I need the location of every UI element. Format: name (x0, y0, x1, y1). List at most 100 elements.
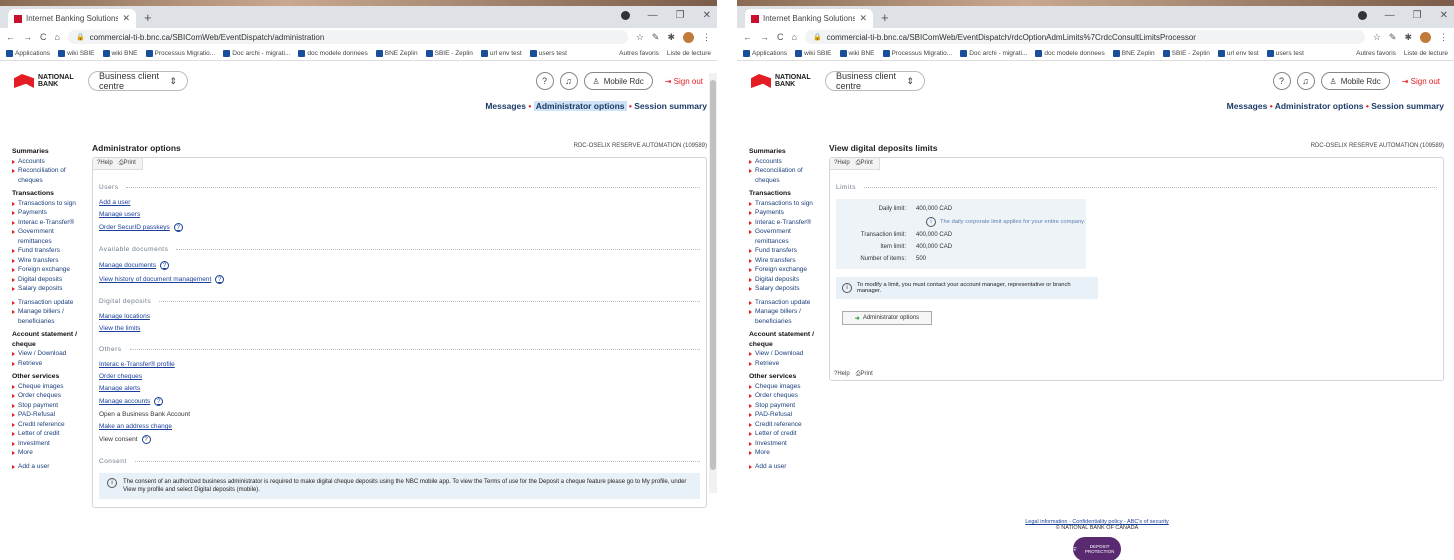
new-tab-icon[interactable]: + (881, 10, 889, 25)
address-change-link[interactable]: Make an address change (99, 423, 700, 430)
bookmark[interactable]: wiki SBIE (58, 49, 95, 57)
bookmark[interactable]: BNE Zeplin (375, 49, 418, 57)
sidebar-item[interactable]: Stop payment (749, 401, 824, 411)
back-icon[interactable]: ← (743, 32, 752, 42)
sidebar-item[interactable]: Letter of credit (749, 429, 824, 439)
crumb-admin[interactable]: Administrator options (1275, 101, 1364, 111)
home-icon[interactable]: ⌂ (792, 32, 797, 42)
forward-icon[interactable]: → (23, 32, 32, 42)
bank-logo[interactable]: NATIONAL BANK (14, 74, 74, 88)
crumb-admin[interactable]: Administrator options (533, 101, 627, 111)
close-tab-icon[interactable]: ✕ (859, 13, 867, 24)
sidebar-item[interactable]: Government remittances (12, 227, 87, 246)
manage-alerts-link[interactable]: Manage alerts (99, 385, 700, 392)
bookmark[interactable]: SBIE - Zeplin (1162, 49, 1210, 57)
new-tab-icon[interactable]: + (144, 10, 152, 25)
sidebar-item[interactable]: Payments (749, 208, 824, 218)
sidebar-item[interactable]: Wire transfers (749, 256, 824, 266)
bookmark[interactable]: users test (529, 49, 567, 57)
sidebar-item[interactable]: Interac e-Transfer® (749, 218, 824, 228)
home-icon[interactable]: ⌂ (55, 32, 60, 42)
bookmark[interactable]: SBIE - Zeplin (425, 49, 473, 57)
sidebar-item[interactable]: Order cheques (749, 391, 824, 401)
print-link[interactable]: ⎙Print (856, 371, 873, 378)
sidebar-item[interactable]: Retrieve (12, 359, 87, 369)
back-icon[interactable]: ← (6, 32, 15, 42)
minimize-icon[interactable]: — (648, 10, 658, 21)
sidebar-item[interactable]: Accounts (12, 157, 87, 167)
sidebar-item[interactable]: Cheque images (12, 382, 87, 392)
close-tab-icon[interactable]: ✕ (122, 13, 130, 24)
mobile-button[interactable]: ♙ Mobile Rdc (1320, 72, 1390, 90)
sidebar-item[interactable]: Transaction update (12, 298, 87, 308)
sidebar-item[interactable]: Letter of credit (12, 429, 87, 439)
bookmark[interactable]: Applications (6, 49, 50, 57)
help-question-icon[interactable]: ? (154, 397, 164, 406)
bookmark[interactable]: Applications (743, 49, 787, 57)
manage-accounts-link[interactable]: Manage accounts? (99, 397, 700, 406)
sidebar-item[interactable]: Add a user (12, 462, 87, 472)
bookmark[interactable]: url env test (1217, 49, 1259, 57)
reload-icon[interactable]: C (40, 32, 47, 42)
document-history-link[interactable]: View history of document management? (99, 275, 700, 284)
administrator-options-button[interactable]: ➜ Administrator options (842, 311, 932, 325)
sidebar-item[interactable]: More (12, 448, 87, 458)
sign-out-link[interactable]: ⇥ Sign out (665, 77, 703, 86)
bookmark-reading-list[interactable]: Liste de lecture (1404, 50, 1448, 57)
profile-avatar[interactable] (683, 31, 694, 43)
sidebar-item[interactable]: Retrieve (749, 359, 824, 369)
pen-icon[interactable]: ✎ (1389, 32, 1397, 43)
sidebar-item[interactable]: Reconciliation of cheques (12, 166, 87, 185)
sidebar-item[interactable]: Wire transfers (12, 256, 87, 266)
record-icon[interactable] (1357, 11, 1367, 20)
view-consent-link[interactable]: View consent? (99, 435, 700, 444)
restore-icon[interactable]: ❐ (1413, 10, 1422, 21)
sidebar-item[interactable]: Manage billers / beneficiaries (749, 307, 824, 326)
manage-documents-link[interactable]: Manage documents? (99, 261, 700, 270)
add-user-link[interactable]: Add a user (99, 199, 700, 206)
sidebar-item[interactable]: More (749, 448, 824, 458)
bookmark[interactable]: users test (1266, 49, 1304, 57)
sidebar-item[interactable]: Digital deposits (749, 275, 824, 285)
bookmark[interactable]: Doc archi - migrati... (960, 49, 1027, 57)
crumb-messages[interactable]: Messages (1227, 101, 1268, 111)
bookmark[interactable]: Processus Migratio... (882, 49, 952, 57)
minimize-icon[interactable]: — (1385, 10, 1395, 21)
bookmark-reading-list[interactable]: Liste de lecture (667, 50, 711, 57)
sidebar-item[interactable]: Credit reference (12, 420, 87, 430)
sidebar-item[interactable]: Transactions to sign (12, 199, 87, 209)
sidebar-item[interactable]: Accounts (749, 157, 824, 167)
order-securid-link[interactable]: Order SecurID passkeys? (99, 223, 700, 232)
scrollbar-thumb[interactable] (710, 80, 716, 470)
bookmark[interactable]: wiki BNE (102, 49, 138, 57)
sidebar-item[interactable]: Digital deposits (12, 275, 87, 285)
sidebar-item[interactable]: View / Download (749, 349, 824, 359)
sidebar-item[interactable]: PAD-Refusal (12, 410, 87, 420)
bookmark[interactable]: Processus Migratio... (145, 49, 215, 57)
crumb-messages[interactable]: Messages (485, 101, 526, 111)
bell-icon[interactable]: ♫ (559, 72, 578, 90)
manage-locations-link[interactable]: Manage locations (99, 313, 700, 320)
sidebar-item[interactable]: PAD-Refusal (749, 410, 824, 420)
bank-logo[interactable]: NATIONAL BANK (751, 74, 811, 88)
sidebar-item[interactable]: Salary deposits (749, 284, 824, 294)
mobile-button[interactable]: ♙ Mobile Rdc (583, 72, 653, 90)
sidebar-item[interactable]: Fund transfers (12, 246, 87, 256)
sidebar-item[interactable]: Government remittances (749, 227, 824, 246)
bookmark[interactable]: doc modele donnees (1035, 49, 1105, 57)
business-centre-select[interactable]: Business client centre ⇕ (825, 71, 925, 91)
help-question-icon[interactable]: ? (160, 261, 170, 270)
help-link[interactable]: ?Help (834, 371, 850, 378)
close-window-icon[interactable]: ✕ (703, 10, 711, 21)
puzzle-icon[interactable]: ✱ (1404, 32, 1412, 43)
browser-tab[interactable]: Internet Banking Solutions — Bu... ✕ (745, 9, 873, 28)
open-business-account-link[interactable]: Open a Business Bank Account (99, 411, 700, 418)
help-link[interactable]: ?Help (834, 160, 850, 167)
sidebar-item[interactable]: Investment (12, 439, 87, 449)
help-question-icon[interactable]: ? (141, 435, 151, 444)
bookmark[interactable]: BNE Zeplin (1112, 49, 1155, 57)
bookmark[interactable]: wiki BNE (839, 49, 875, 57)
help-question-icon[interactable]: ? (215, 275, 225, 284)
bell-icon[interactable]: ♫ (1296, 72, 1315, 90)
forward-icon[interactable]: → (760, 32, 769, 42)
